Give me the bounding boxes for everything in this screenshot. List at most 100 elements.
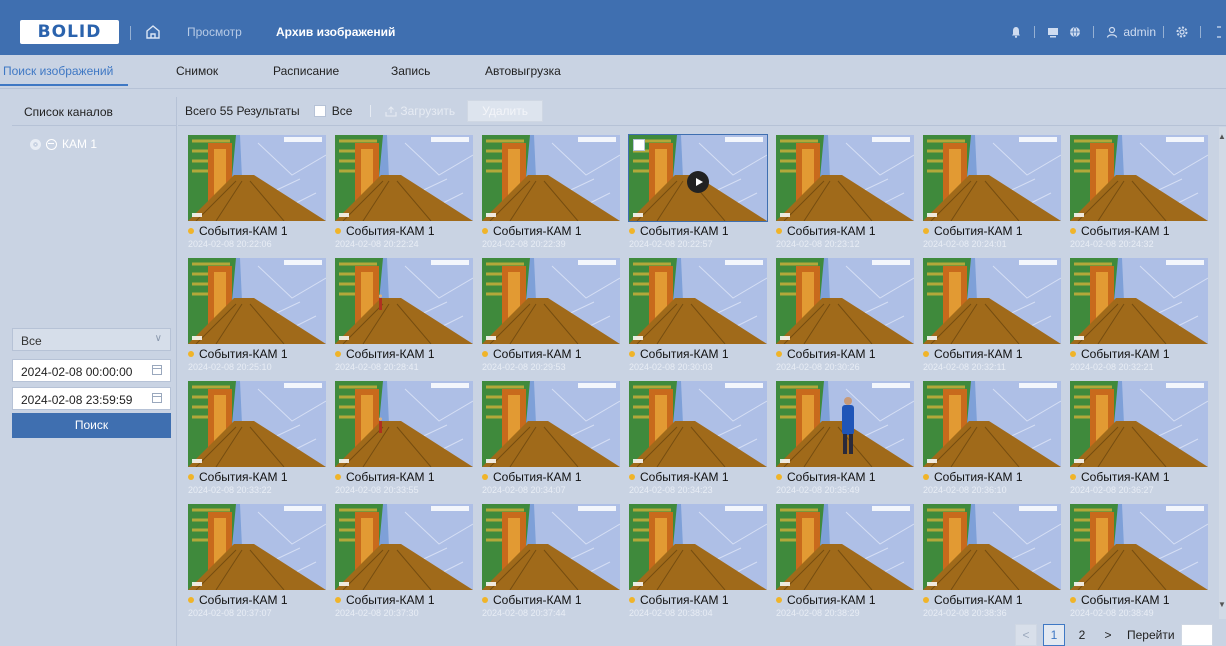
image-card[interactable]: События-КАМ 1 2024-02-08 20:22:39 xyxy=(482,135,620,249)
snapshot-thumbnail[interactable] xyxy=(1070,258,1208,344)
next-page-button[interactable]: > xyxy=(1099,624,1117,646)
goto-page-input[interactable] xyxy=(1180,624,1213,646)
image-label: События-КАМ 1 xyxy=(335,470,435,484)
snapshot-thumbnail[interactable] xyxy=(188,504,326,590)
select-all-checkbox[interactable] xyxy=(313,105,326,117)
image-card[interactable]: События-КАМ 1 2024-02-08 20:38:36 xyxy=(923,504,1061,618)
snapshot-thumbnail[interactable] xyxy=(776,504,914,590)
snapshot-thumbnail[interactable] xyxy=(1070,135,1208,221)
page-2-button[interactable]: 2 xyxy=(1071,624,1093,646)
device-icon[interactable] xyxy=(1046,25,1060,39)
snapshot-thumbnail[interactable] xyxy=(188,381,326,467)
tab-snapshot[interactable]: Снимок xyxy=(176,64,218,78)
event-type-select[interactable]: Все ∨ xyxy=(12,328,171,351)
image-card[interactable]: События-КАМ 1 2024-02-08 20:32:21 xyxy=(1070,258,1208,372)
image-card[interactable]: События-КАМ 1 2024-02-08 20:37:07 xyxy=(188,504,326,618)
snapshot-thumbnail[interactable] xyxy=(923,258,1061,344)
image-card[interactable]: События-КАМ 1 2024-02-08 20:33:55 xyxy=(335,381,473,495)
image-card[interactable]: События-КАМ 1 2024-02-08 20:22:57 xyxy=(628,134,768,249)
snapshot-thumbnail[interactable] xyxy=(335,504,473,590)
image-card[interactable]: События-КАМ 1 2024-02-08 20:24:32 xyxy=(1070,135,1208,249)
image-card[interactable]: События-КАМ 1 2024-02-08 20:35:49 xyxy=(776,381,914,495)
image-title: События-КАМ 1 xyxy=(640,593,729,607)
event-dot-icon xyxy=(335,228,341,234)
nav-image-archive[interactable]: Архив изображений xyxy=(276,25,395,39)
tab-auto-upload[interactable]: Автовыгрузка xyxy=(485,64,561,78)
calendar-icon[interactable] xyxy=(152,393,162,403)
snapshot-thumbnail[interactable] xyxy=(188,258,326,344)
image-checkbox[interactable] xyxy=(633,139,645,151)
image-card[interactable]: События-КАМ 1 2024-02-08 20:32:11 xyxy=(923,258,1061,372)
snapshot-thumbnail[interactable] xyxy=(629,381,767,467)
image-card[interactable]: События-КАМ 1 2024-02-08 20:24:01 xyxy=(923,135,1061,249)
globe-icon[interactable] xyxy=(1068,25,1082,39)
radio-button[interactable] xyxy=(30,138,41,150)
image-title: События-КАМ 1 xyxy=(787,593,876,607)
image-card[interactable]: События-КАМ 1 2024-02-08 20:28:41 xyxy=(335,258,473,372)
image-card[interactable]: События-КАМ 1 2024-02-08 20:34:07 xyxy=(482,381,620,495)
scroll-up-icon[interactable]: ▲ xyxy=(1218,132,1226,141)
image-card[interactable]: События-КАМ 1 2024-02-08 20:37:30 xyxy=(335,504,473,618)
snapshot-thumbnail[interactable] xyxy=(188,135,326,221)
scroll-down-icon[interactable]: ▼ xyxy=(1218,600,1226,609)
snapshot-thumbnail[interactable] xyxy=(629,504,767,590)
image-card[interactable]: События-КАМ 1 2024-02-08 20:30:03 xyxy=(629,258,767,372)
image-card[interactable]: События-КАМ 1 2024-02-08 20:36:10 xyxy=(923,381,1061,495)
tab-image-search[interactable]: Поиск изображений xyxy=(3,64,113,78)
image-card[interactable]: События-КАМ 1 2024-02-08 20:34:23 xyxy=(629,381,767,495)
snapshot-thumbnail[interactable] xyxy=(482,381,620,467)
snapshot-thumbnail[interactable] xyxy=(1070,381,1208,467)
fullscreen-icon[interactable] xyxy=(1212,25,1226,39)
snapshot-thumbnail[interactable] xyxy=(482,135,620,221)
nav-live-view[interactable]: Просмотр xyxy=(187,25,242,39)
snapshot-thumbnail[interactable] xyxy=(776,258,914,344)
image-card[interactable]: События-КАМ 1 2024-02-08 20:36:27 xyxy=(1070,381,1208,495)
upload-button[interactable]: Загрузить xyxy=(385,104,455,118)
search-button[interactable]: Поиск xyxy=(12,413,171,438)
tab-schedule[interactable]: Расписание xyxy=(273,64,339,78)
image-card[interactable]: События-КАМ 1 2024-02-08 20:38:29 xyxy=(776,504,914,618)
image-card[interactable]: События-КАМ 1 2024-02-08 20:30:26 xyxy=(776,258,914,372)
event-dot-icon xyxy=(629,351,635,357)
snapshot-thumbnail[interactable] xyxy=(482,504,620,590)
snapshot-thumbnail[interactable] xyxy=(335,381,473,467)
home-icon[interactable] xyxy=(144,23,162,41)
start-date-field[interactable]: 2024-02-08 00:00:00 xyxy=(12,359,171,382)
image-card[interactable]: События-КАМ 1 2024-02-08 20:22:24 xyxy=(335,135,473,249)
image-card[interactable]: События-КАМ 1 2024-02-08 20:25:10 xyxy=(188,258,326,372)
end-date-field[interactable]: 2024-02-08 23:59:59 xyxy=(12,387,171,410)
tab-record[interactable]: Запись xyxy=(391,64,430,78)
bolid-logo[interactable]: BOLID xyxy=(20,20,119,44)
event-dot-icon xyxy=(923,474,929,480)
image-card[interactable]: События-КАМ 1 2024-02-08 20:22:06 xyxy=(188,135,326,249)
prev-page-button[interactable]: < xyxy=(1015,624,1037,646)
snapshot-thumbnail[interactable] xyxy=(1070,504,1208,590)
snapshot-thumbnail[interactable] xyxy=(776,381,914,467)
image-card[interactable]: События-КАМ 1 2024-02-08 20:38:04 xyxy=(629,504,767,618)
snapshot-thumbnail[interactable] xyxy=(776,135,914,221)
calendar-icon[interactable] xyxy=(152,365,162,375)
bell-icon[interactable] xyxy=(1009,25,1023,39)
gear-icon[interactable] xyxy=(1175,25,1189,39)
image-card[interactable]: События-КАМ 1 2024-02-08 20:29:53 xyxy=(482,258,620,372)
image-card[interactable]: События-КАМ 1 2024-02-08 20:38:49 xyxy=(1070,504,1208,618)
channel-item-cam1[interactable]: КАМ 1 xyxy=(30,137,97,151)
snapshot-thumbnail[interactable] xyxy=(629,258,767,344)
username[interactable]: admin xyxy=(1123,25,1156,39)
snapshot-thumbnail[interactable] xyxy=(923,135,1061,221)
snapshot-thumbnail[interactable] xyxy=(335,258,473,344)
snapshot-thumbnail[interactable] xyxy=(335,135,473,221)
event-dot-icon xyxy=(335,351,341,357)
page-1-button[interactable]: 1 xyxy=(1043,624,1065,646)
event-dot-icon xyxy=(923,597,929,603)
snapshot-thumbnail[interactable] xyxy=(482,258,620,344)
delete-button[interactable]: Удалить xyxy=(467,100,543,122)
image-card[interactable]: События-КАМ 1 2024-02-08 20:37:44 xyxy=(482,504,620,618)
scrollbar[interactable] xyxy=(1219,127,1226,619)
snapshot-thumbnail[interactable] xyxy=(923,504,1061,590)
image-card[interactable]: События-КАМ 1 2024-02-08 20:23:12 xyxy=(776,135,914,249)
image-card[interactable]: События-КАМ 1 2024-02-08 20:33:22 xyxy=(188,381,326,495)
snapshot-thumbnail[interactable] xyxy=(923,381,1061,467)
image-timestamp: 2024-02-08 20:24:01 xyxy=(923,239,1007,249)
play-icon[interactable] xyxy=(687,171,709,193)
